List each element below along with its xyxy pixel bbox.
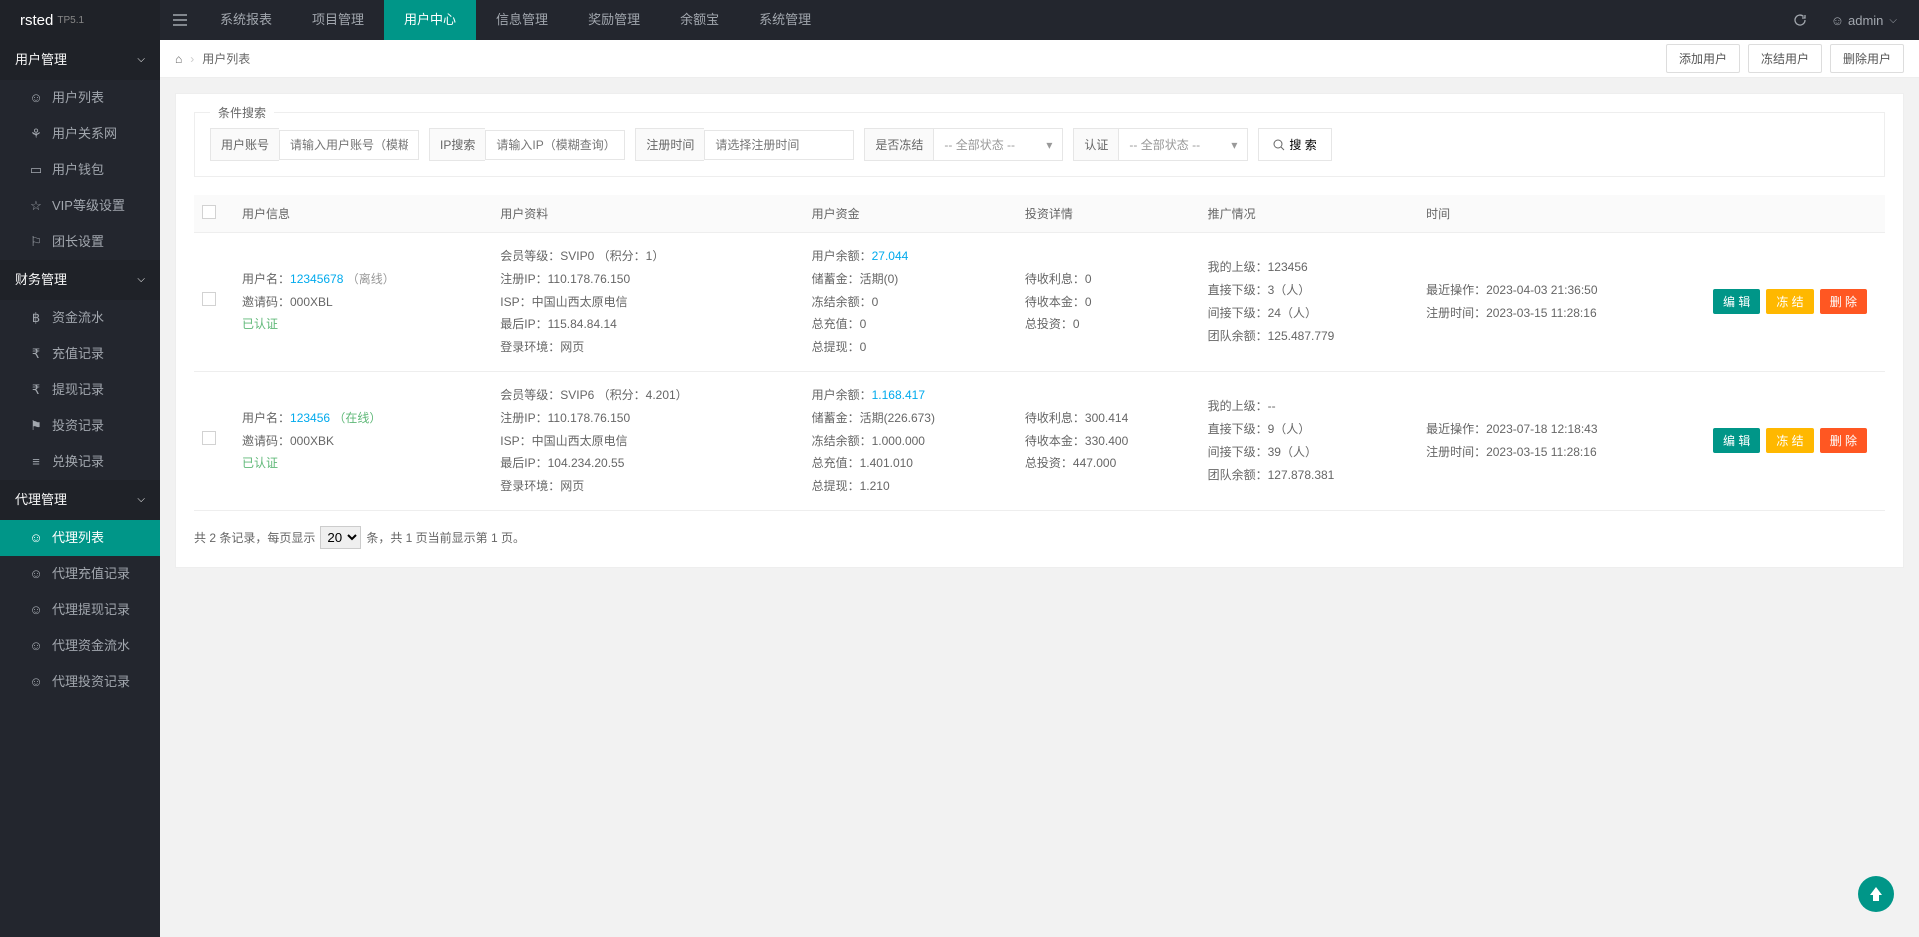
sidebar-group[interactable]: 财务管理⌵: [0, 260, 160, 300]
sidebar-group[interactable]: 代理管理⌵: [0, 480, 160, 520]
sidebar: 用户管理⌵☺用户列表⚘用户关系网▭用户钱包☆VIP等级设置⚐团长设置财务管理⌵฿…: [0, 40, 160, 937]
logo[interactable]: rsted TP5.1: [0, 0, 160, 40]
logo-text: rsted: [20, 12, 53, 29]
table-row: 用户名：123456 （在线）邀请码：000XBK已认证会员等级：SVIP6 （…: [194, 371, 1885, 510]
top-nav: 系统报表项目管理用户中心信息管理奖励管理余额宝系统管理: [200, 0, 831, 40]
username-link[interactable]: 123456: [290, 411, 330, 425]
user-table: 用户信息用户资料用户资金投资详情推广情况时间 用户名：12345678 （离线）…: [194, 195, 1885, 511]
sidebar-item[interactable]: ⚘用户关系网: [0, 116, 160, 152]
account-input[interactable]: [279, 130, 419, 160]
edit-button[interactable]: 编 辑: [1713, 289, 1760, 314]
top-nav-item[interactable]: 奖励管理: [568, 0, 660, 40]
time-input[interactable]: [704, 130, 854, 160]
sidebar-icon: ⚘: [28, 116, 44, 152]
fieldset-title: 条件搜索: [210, 104, 274, 121]
main-content: ⌂ › 用户列表 添加用户冻结用户删除用户 条件搜索 用户账号 IP搜索 注册时…: [160, 40, 1919, 937]
username-label: admin: [1848, 13, 1883, 28]
top-nav-item[interactable]: 项目管理: [292, 0, 384, 40]
search-button[interactable]: 搜 索: [1258, 128, 1331, 161]
sidebar-item[interactable]: ☺代理提现记录: [0, 592, 160, 628]
top-nav-item[interactable]: 系统管理: [739, 0, 831, 40]
top-nav-item[interactable]: 用户中心: [384, 0, 476, 40]
content-card: 条件搜索 用户账号 IP搜索 注册时间 是否冻结 -- 全部状态 --▾: [175, 93, 1904, 568]
pagination-prefix: 共 2 条记录，每页显示: [194, 529, 315, 546]
page-action-button[interactable]: 冻结用户: [1748, 44, 1822, 73]
account-label: 用户账号: [210, 128, 279, 161]
menu-toggle-icon[interactable]: [160, 0, 200, 40]
freeze-button[interactable]: 冻 结: [1766, 289, 1813, 314]
refresh-icon[interactable]: [1781, 0, 1819, 40]
column-header: 时间: [1418, 195, 1705, 233]
sidebar-item[interactable]: ⚐团长设置: [0, 224, 160, 260]
sidebar-item[interactable]: ▭用户钱包: [0, 152, 160, 188]
breadcrumb-bar: ⌂ › 用户列表 添加用户冻结用户删除用户: [160, 40, 1919, 78]
auth-label: 认证: [1073, 128, 1118, 161]
page-actions: 添加用户冻结用户删除用户: [1666, 44, 1904, 73]
sidebar-group[interactable]: 用户管理⌵: [0, 40, 160, 80]
table-row: 用户名：12345678 （离线）邀请码：000XBL已认证会员等级：SVIP0…: [194, 233, 1885, 372]
pagination: 共 2 条记录，每页显示 20 条，共 1 页当前显示第 1 页。: [194, 526, 1885, 549]
edit-button[interactable]: 编 辑: [1713, 428, 1760, 453]
sidebar-icon: ฿: [28, 300, 44, 336]
freeze-button[interactable]: 冻 结: [1766, 428, 1813, 453]
top-nav-item[interactable]: 信息管理: [476, 0, 568, 40]
top-nav-item[interactable]: 系统报表: [200, 0, 292, 40]
column-header: 用户资料: [492, 195, 803, 233]
sidebar-icon: ☺: [28, 80, 44, 116]
column-header: 用户信息: [234, 195, 492, 233]
ip-input[interactable]: [485, 130, 625, 160]
column-header: 用户资金: [804, 195, 1017, 233]
fab-button[interactable]: [1858, 876, 1894, 912]
time-label: 注册时间: [635, 128, 704, 161]
sidebar-icon: ⚐: [28, 224, 44, 260]
header-right: ☺ admin ⌵: [1781, 0, 1919, 40]
sidebar-item[interactable]: ☺代理资金流水: [0, 628, 160, 664]
sidebar-item[interactable]: ☺用户列表: [0, 80, 160, 116]
auth-select[interactable]: -- 全部状态 --▾: [1118, 128, 1248, 161]
sidebar-item[interactable]: ☺代理充值记录: [0, 556, 160, 592]
sidebar-item[interactable]: ₹提现记录: [0, 372, 160, 408]
top-nav-item[interactable]: 余额宝: [660, 0, 739, 40]
delete-button[interactable]: 删 除: [1820, 428, 1867, 453]
sidebar-icon: ⚑: [28, 408, 44, 444]
ip-label: IP搜索: [429, 128, 485, 161]
freeze-select[interactable]: -- 全部状态 --▾: [933, 128, 1063, 161]
sidebar-icon: ₹: [28, 372, 44, 408]
sidebar-item[interactable]: ☺代理投资记录: [0, 664, 160, 700]
sidebar-item[interactable]: ≡兑换记录: [0, 444, 160, 480]
sidebar-item[interactable]: ⚑投资记录: [0, 408, 160, 444]
search-fieldset: 条件搜索 用户账号 IP搜索 注册时间 是否冻结 -- 全部状态 --▾: [194, 112, 1885, 177]
sidebar-item[interactable]: ₹充值记录: [0, 336, 160, 372]
delete-button[interactable]: 删 除: [1820, 289, 1867, 314]
sidebar-item[interactable]: ฿资金流水: [0, 300, 160, 336]
header: rsted TP5.1 系统报表项目管理用户中心信息管理奖励管理余额宝系统管理 …: [0, 0, 1919, 40]
username-link[interactable]: 12345678: [290, 272, 343, 286]
breadcrumb: ⌂ › 用户列表: [175, 50, 250, 67]
sidebar-item[interactable]: ☆VIP等级设置: [0, 188, 160, 224]
row-checkbox[interactable]: [202, 431, 216, 445]
sidebar-icon: ☺: [28, 520, 44, 556]
page-size-select[interactable]: 20: [320, 526, 361, 549]
sidebar-item[interactable]: ☺代理列表: [0, 520, 160, 556]
page-action-button[interactable]: 添加用户: [1666, 44, 1740, 73]
user-menu[interactable]: ☺ admin ⌵: [1819, 0, 1909, 40]
select-all-checkbox[interactable]: [202, 205, 216, 219]
sidebar-icon: ☺: [28, 556, 44, 592]
pagination-suffix: 条，共 1 页当前显示第 1 页。: [366, 529, 525, 546]
breadcrumb-current: 用户列表: [202, 50, 250, 67]
home-icon[interactable]: ⌂: [175, 52, 182, 66]
page-action-button[interactable]: 删除用户: [1830, 44, 1904, 73]
column-header: 投资详情: [1017, 195, 1200, 233]
sidebar-icon: ☆: [28, 188, 44, 224]
sidebar-icon: ☺: [28, 592, 44, 628]
logo-version: TP5.1: [57, 15, 84, 26]
sidebar-icon: ₹: [28, 336, 44, 372]
sidebar-icon: ≡: [28, 444, 44, 480]
sidebar-icon: ☺: [28, 628, 44, 664]
column-header: 推广情况: [1200, 195, 1418, 233]
sidebar-icon: ▭: [28, 152, 44, 188]
sidebar-icon: ☺: [28, 664, 44, 700]
row-checkbox[interactable]: [202, 292, 216, 306]
freeze-label: 是否冻结: [864, 128, 933, 161]
